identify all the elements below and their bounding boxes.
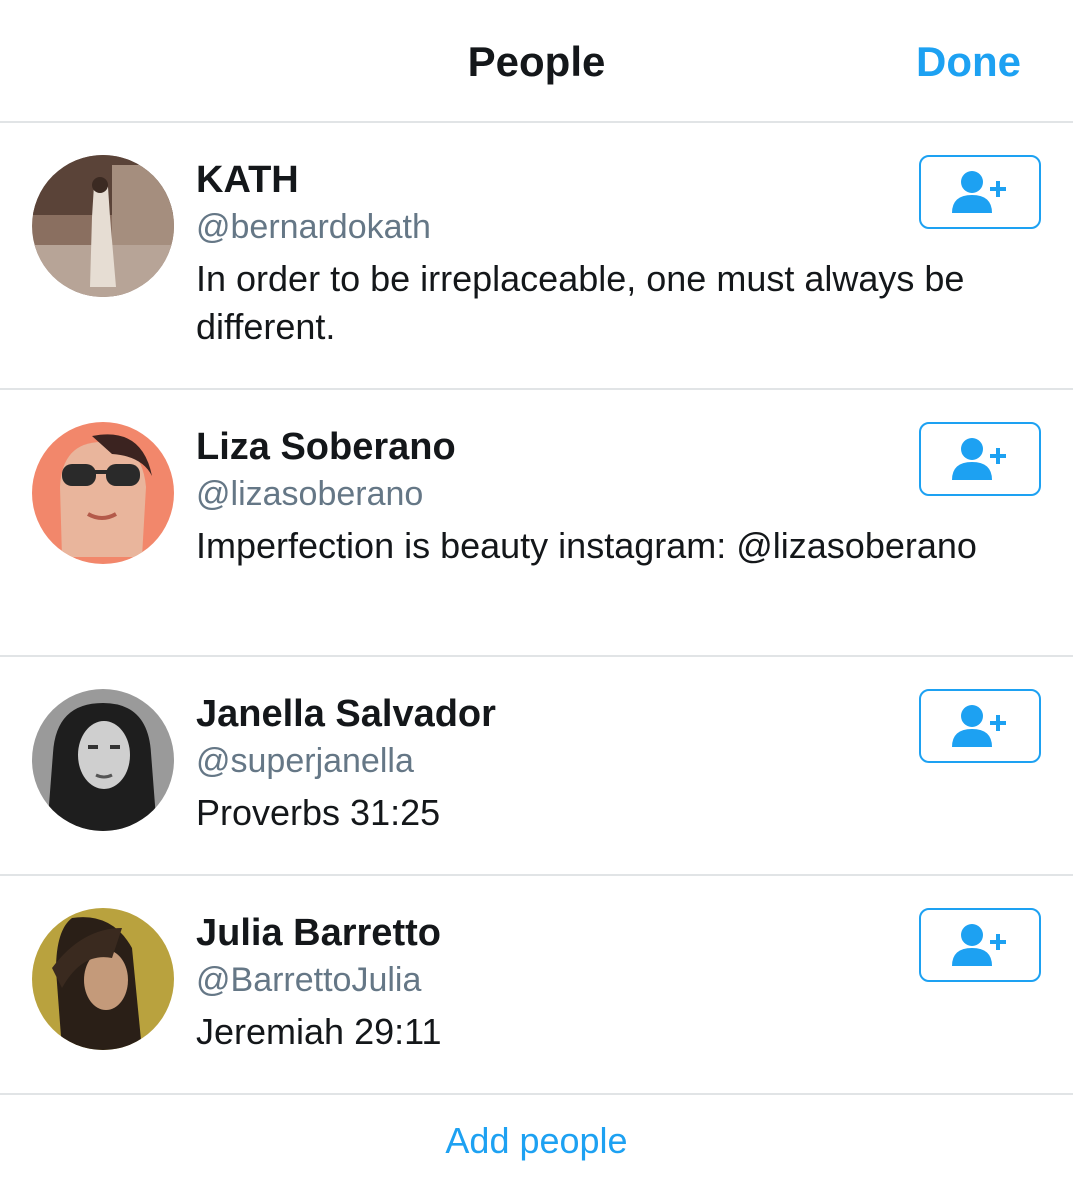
person-name[interactable]: KATH [196,157,1041,203]
avatar[interactable] [32,689,174,831]
person-bio: Jeremiah 29:11 [196,1011,442,1052]
list-item[interactable]: KATH @bernardokath In order to be irrepl… [0,123,1073,390]
add-user-icon [952,171,1006,213]
person-name[interactable]: Janella Salvador [196,691,1041,737]
add-user-icon [952,705,1006,747]
add-people-button[interactable]: Add people [445,1120,627,1161]
list-item[interactable]: Janella Salvador @superjanella Proverbs … [0,657,1073,876]
done-button[interactable]: Done [916,38,1021,86]
person-info: Liza Soberano @lizasoberano Imperfection… [196,422,1041,570]
person-bio: Imperfection is beauty instagram: @lizas… [196,525,977,566]
follow-button[interactable] [919,908,1041,982]
person-handle: @bernardokath [196,208,431,246]
person-name[interactable]: Julia Barretto [196,910,1041,956]
people-list: KATH @bernardokath In order to be irrepl… [0,123,1073,1095]
list-item[interactable]: Julia Barretto @BarrettoJulia Jeremiah 2… [0,876,1073,1095]
follow-button[interactable] [919,689,1041,763]
person-info: Janella Salvador @superjanella Proverbs … [196,689,1041,837]
footer: Add people [0,1120,1073,1162]
follow-button[interactable] [919,422,1041,496]
list-item[interactable]: Liza Soberano @lizasoberano Imperfection… [0,390,1073,657]
person-name[interactable]: Liza Soberano [196,424,1041,470]
person-info: KATH @bernardokath In order to be irrepl… [196,155,1041,351]
nav-header: People Done [0,0,1073,123]
person-handle: @superjanella [196,742,414,780]
page-title: People [467,38,606,85]
avatar[interactable] [32,422,174,564]
person-bio: Proverbs 31:25 [196,792,441,833]
avatar[interactable] [32,155,174,297]
person-info: Julia Barretto @BarrettoJulia Jeremiah 2… [196,908,1041,1056]
person-bio: In order to be irreplaceable, one must a… [196,258,965,347]
follow-button[interactable] [919,155,1041,229]
person-handle: @BarrettoJulia [196,961,422,999]
avatar[interactable] [32,908,174,1050]
add-user-icon [952,438,1006,480]
add-user-icon [952,924,1006,966]
person-handle: @lizasoberano [196,475,424,513]
